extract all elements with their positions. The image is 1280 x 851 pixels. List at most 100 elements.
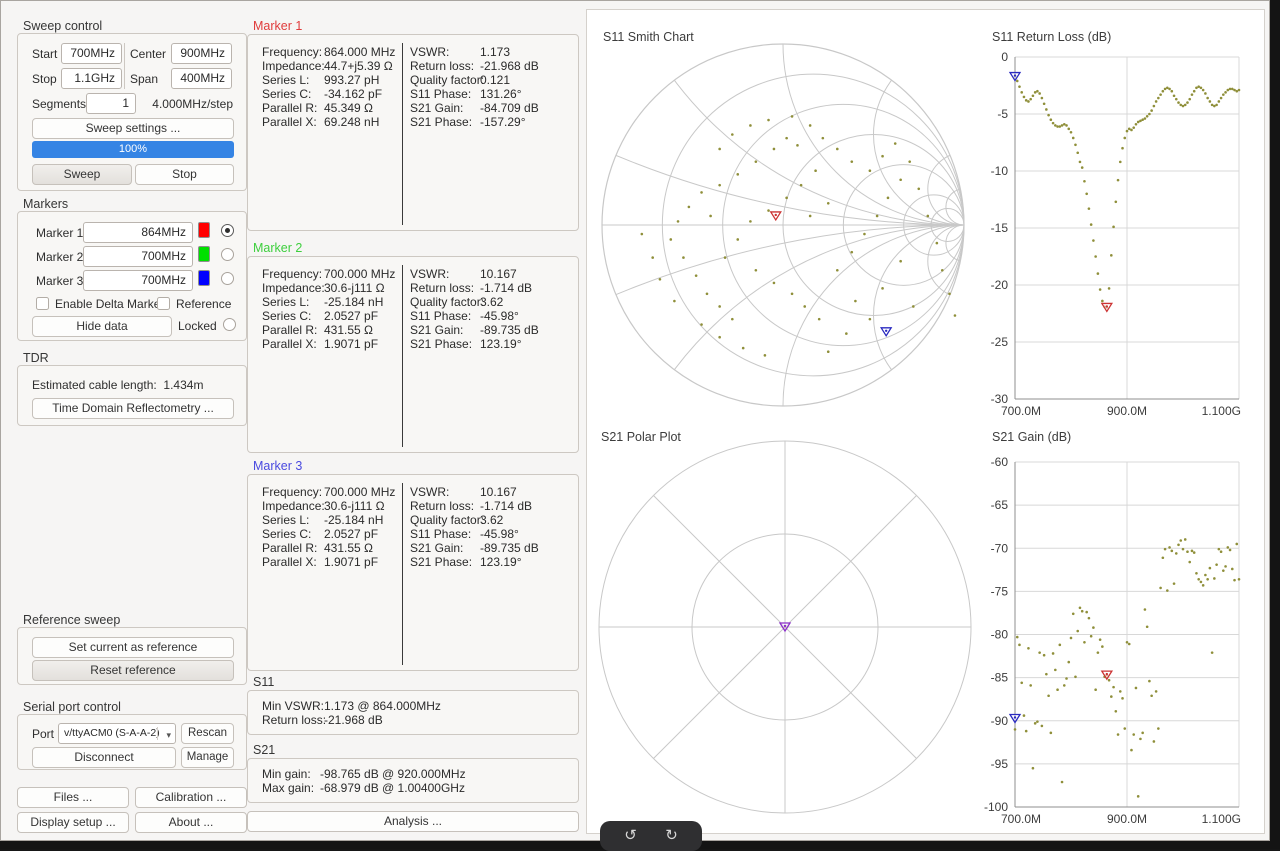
marker-data-label: Parallel X: — [262, 555, 317, 569]
enable-delta-marker-checkbox[interactable] — [36, 297, 49, 310]
marker-data-value: 431.55 Ω — [324, 541, 373, 555]
s11-summary-panel: Min VSWR: 1.173 @ 864.000MHz Return loss… — [247, 690, 579, 735]
stop-input[interactable]: 1.1GHz — [61, 68, 122, 89]
marker-2-panel-title: Marker 2 — [253, 241, 302, 255]
charts-canvas[interactable]: 0-5-10-15-20-25-30700.0M900.0M1.100G-60-… — [587, 10, 1264, 833]
center-label: Center — [130, 47, 166, 61]
sweep-settings-button[interactable]: Sweep settings ... — [32, 118, 234, 139]
marker-data-label: Series C: — [262, 527, 311, 541]
s11-return-loss-value: -21.968 dB — [324, 713, 383, 727]
s11-return-loss-title: S11 Return Loss (dB) — [992, 30, 1111, 44]
marker-data-label: S21 Gain: — [410, 323, 463, 337]
undo-redo-overlay: ↺ ↻ — [600, 821, 702, 851]
reference-label: Reference — [176, 297, 231, 311]
column-divider — [402, 265, 403, 447]
reference-checkbox[interactable] — [157, 297, 170, 310]
marker-data-value: -1.714 dB — [480, 499, 532, 513]
center-input[interactable]: 900MHz — [171, 43, 232, 64]
s11-min-vswr-value: 1.173 @ 864.000MHz — [324, 699, 441, 713]
stop-button[interactable]: Stop — [135, 164, 234, 185]
marker-data-value: 10.167 — [480, 267, 517, 281]
marker-data-value: 123.19° — [480, 555, 522, 569]
segments-input[interactable]: 1 — [86, 93, 136, 114]
analysis-button[interactable]: Analysis ... — [247, 811, 579, 832]
reset-reference-button[interactable]: Reset reference — [32, 660, 234, 681]
svg-text:-65: -65 — [991, 498, 1009, 512]
svg-text:-60: -60 — [991, 455, 1009, 469]
marker-3-data-panel: Frequency:700.000 MHzImpedance:30.6-j111… — [247, 474, 579, 671]
desktop-right-edge — [1270, 0, 1280, 849]
marker1-select-radio[interactable] — [221, 224, 234, 237]
svg-text:-25: -25 — [991, 335, 1009, 349]
marker-data-label: VSWR: — [410, 45, 449, 59]
set-reference-button[interactable]: Set current as reference — [32, 637, 234, 658]
s21-max-gain-value: -68.979 dB @ 1.00400GHz — [320, 781, 465, 795]
tdr-button[interactable]: Time Domain Reflectometry ... — [32, 398, 234, 419]
s21-polar-plot-title: S21 Polar Plot — [601, 430, 681, 444]
svg-text:-85: -85 — [991, 671, 1009, 685]
locked-radio[interactable] — [223, 318, 236, 331]
marker-data-value: -34.162 pF — [324, 87, 382, 101]
s11-return-loss-label: Return loss: — [262, 713, 326, 727]
marker-data-label: Series C: — [262, 87, 311, 101]
calibration-button[interactable]: Calibration ... — [135, 787, 247, 808]
marker-data-value: 3.62 — [480, 513, 503, 527]
marker-data-label: S21 Gain: — [410, 541, 463, 555]
undo-icon[interactable]: ↺ — [624, 823, 637, 849]
marker-data-value: 1.9071 pF — [324, 337, 378, 351]
marker3-color-swatch[interactable] — [198, 270, 210, 286]
sweep-progress-bar: 100% — [32, 141, 234, 158]
tdr-title: TDR — [23, 351, 49, 365]
marker-data-label: Parallel X: — [262, 337, 317, 351]
about-button[interactable]: About ... — [135, 812, 247, 833]
span-label: Span — [130, 72, 158, 86]
marker2-freq-input[interactable]: 700MHz — [83, 246, 193, 267]
sweep-button[interactable]: Sweep — [32, 164, 132, 185]
marker-1-panel-title: Marker 1 — [253, 19, 302, 33]
redo-icon[interactable]: ↻ — [665, 823, 678, 849]
disconnect-button[interactable]: Disconnect — [32, 747, 176, 768]
marker-data-value: 131.26° — [480, 87, 522, 101]
svg-text:-15: -15 — [991, 221, 1009, 235]
marker-data-value: -84.709 dB — [480, 101, 539, 115]
marker1-freq-input[interactable]: 864MHz — [83, 222, 193, 243]
marker-data-label: Frequency: — [262, 267, 322, 281]
marker3-freq-input[interactable]: 700MHz — [83, 270, 193, 291]
svg-text:0: 0 — [1001, 50, 1008, 64]
svg-text:1.100G: 1.100G — [1202, 404, 1241, 418]
s21-gain-title: S21 Gain (dB) — [992, 430, 1071, 444]
marker-data-value: -45.98° — [480, 309, 519, 323]
marker-data-label: Return loss: — [410, 499, 474, 513]
marker2-color-swatch[interactable] — [198, 246, 210, 262]
marker3-select-radio[interactable] — [221, 272, 234, 285]
svg-text:-20: -20 — [991, 278, 1009, 292]
marker-data-label: S11 Phase: — [410, 87, 471, 101]
marker-data-label: Frequency: — [262, 45, 322, 59]
marker-data-label: Series L: — [262, 295, 309, 309]
app-window: Sweep control Start 700MHz Center 900MHz… — [0, 0, 1270, 841]
hide-data-button[interactable]: Hide data — [32, 316, 172, 337]
start-input[interactable]: 700MHz — [61, 43, 122, 64]
marker2-select-radio[interactable] — [221, 248, 234, 261]
svg-text:700.0M: 700.0M — [1001, 404, 1041, 418]
s21-summary-title: S21 — [253, 743, 275, 757]
svg-text:-95: -95 — [991, 757, 1009, 771]
files-button[interactable]: Files ... — [17, 787, 129, 808]
rescan-button[interactable]: Rescan — [181, 723, 234, 744]
marker-data-label: VSWR: — [410, 485, 449, 499]
column-divider — [402, 43, 403, 225]
marker1-color-swatch[interactable] — [198, 222, 210, 238]
marker-data-label: Impedance: — [262, 281, 325, 295]
marker-data-value: 3.62 — [480, 295, 503, 309]
marker-data-label: Series L: — [262, 73, 309, 87]
port-select[interactable]: v/ttyACM0 (S-A-A-2) ▾ — [58, 723, 176, 744]
marker-data-value: 2.0527 pF — [324, 527, 378, 541]
span-input[interactable]: 400MHz — [171, 68, 232, 89]
marker-data-value: 700.000 MHz — [324, 267, 395, 281]
manage-button[interactable]: Manage — [181, 747, 234, 768]
marker-data-value: 0.121 — [480, 73, 510, 87]
tdr-group: Estimated cable length: 1.434m Time Doma… — [17, 365, 247, 426]
marker-data-label: Parallel R: — [262, 323, 317, 337]
marker-data-label: VSWR: — [410, 267, 449, 281]
display-setup-button[interactable]: Display setup ... — [17, 812, 129, 833]
